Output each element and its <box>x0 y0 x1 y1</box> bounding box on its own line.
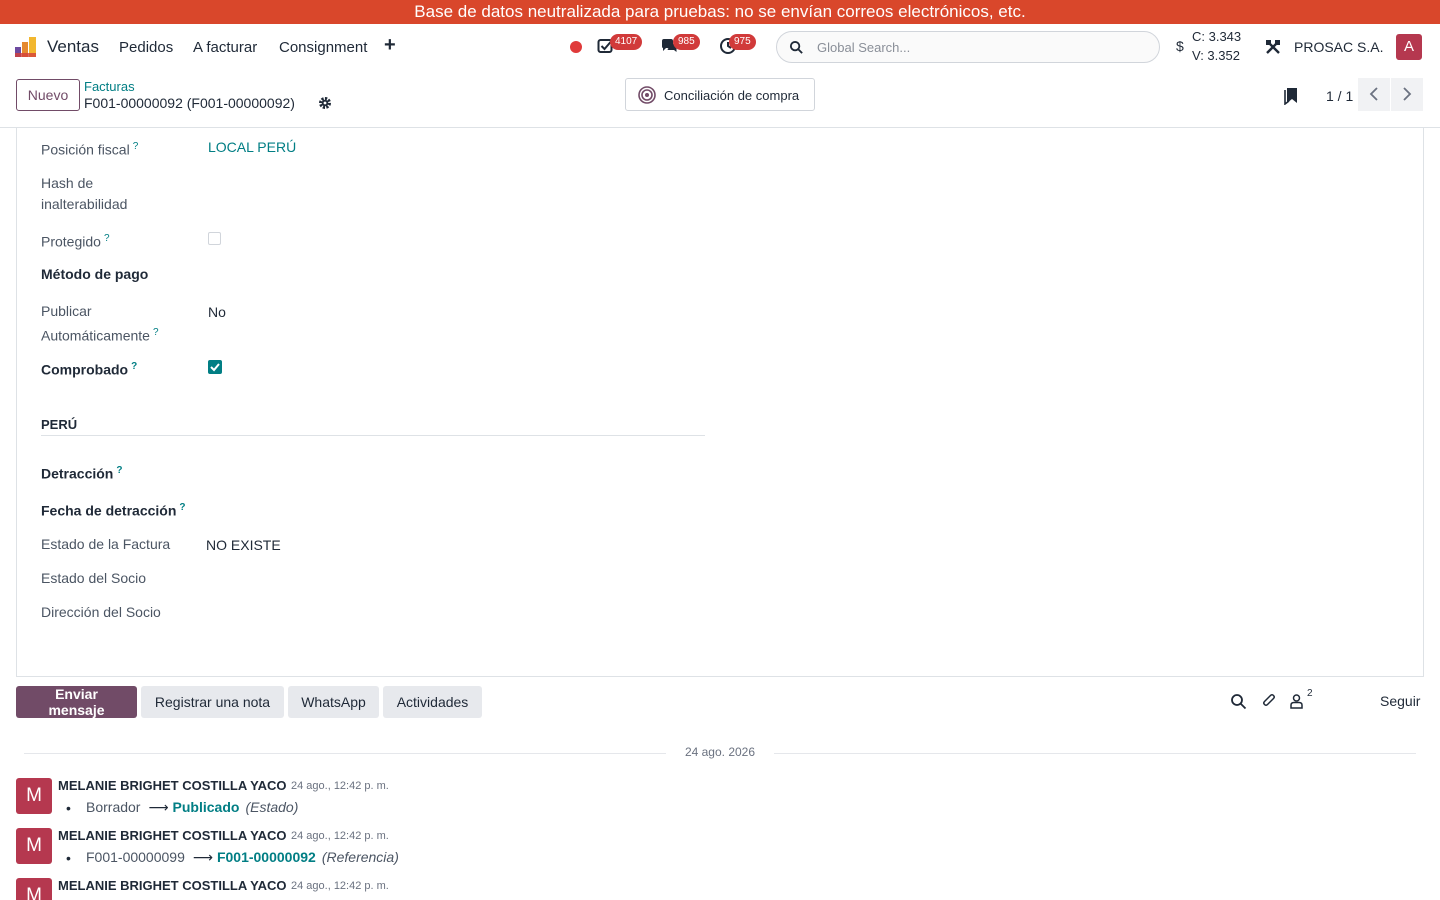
pager-next-button[interactable] <box>1391 78 1423 111</box>
tracking-change: Borrador ⟶ Publicado (Estado) <box>86 799 298 816</box>
posicion-fiscal-label: Posición fiscal? <box>41 141 139 158</box>
menu-consignment[interactable]: Consignment <box>279 39 367 56</box>
app-logo-icon[interactable] <box>14 35 38 59</box>
chatter-message: M MELANIE BRIGHET COSTILLA YACO 24 ago.,… <box>16 778 1416 828</box>
chevron-left-icon <box>1369 87 1378 101</box>
send-message-button[interactable]: Enviar mensaje <box>16 686 137 718</box>
old-value: Borrador <box>86 799 141 815</box>
chatter-message: M MELANIE BRIGHET COSTILLA YACO 24 ago.,… <box>16 878 1416 900</box>
checkmark-icon <box>210 363 220 372</box>
search-input[interactable] <box>817 32 1147 62</box>
help-icon[interactable]: ? <box>179 502 185 513</box>
menu-pedidos[interactable]: Pedidos <box>119 39 173 56</box>
section-peru-title: PERÚ <box>41 417 78 432</box>
target-icon <box>638 86 656 104</box>
chevron-right-icon <box>1403 87 1412 101</box>
clock-badge: 975 <box>729 34 756 50</box>
old-value: F001-00000099 <box>86 849 185 865</box>
field-name: (Referencia) <box>321 849 399 865</box>
arrow-right-icon: ⟶ <box>148 799 169 815</box>
pager-value[interactable]: 1 / 1 <box>1326 88 1353 104</box>
log-note-button[interactable]: Registrar una nota <box>141 686 284 718</box>
activities-button[interactable]: Actividades <box>383 686 482 718</box>
search-icon <box>789 40 803 54</box>
comprobado-checkbox[interactable] <box>208 360 222 374</box>
bullet-icon: • <box>66 850 71 866</box>
help-icon[interactable]: ? <box>116 465 122 476</box>
new-button[interactable]: Nuevo <box>16 79 80 111</box>
tools-icon[interactable] <box>1265 39 1281 55</box>
direccion-socio-label: Dirección del Socio <box>41 604 161 620</box>
new-value: F001-00000092 <box>216 849 316 865</box>
chatter-toolbar: Enviar mensaje Registrar una nota WhatsA… <box>16 686 1424 718</box>
whatsapp-button[interactable]: WhatsApp <box>288 686 379 718</box>
tracking-change: F001-00000099 ⟶ F001-00000092 (Referencia) <box>86 849 399 866</box>
conciliacion-compra-button[interactable]: Conciliación de compra <box>625 78 815 111</box>
hash-label: Hash de inalterabilidad <box>41 175 128 212</box>
message-time: 24 ago., 12:42 p. m. <box>291 830 389 842</box>
message-time: 24 ago., 12:42 p. m. <box>291 780 389 792</box>
breadcrumb-current: F001-00000092 (F001-00000092) <box>84 95 295 111</box>
author-avatar[interactable]: M <box>16 778 52 814</box>
follow-button[interactable]: Seguir <box>1380 693 1420 709</box>
followers-count: 2 <box>1307 688 1313 699</box>
control-panel: Nuevo Facturas F001-00000092 (F001-00000… <box>0 70 1440 128</box>
gear-icon[interactable] <box>318 96 332 110</box>
main-navbar: Ventas Pedidos A facturar Consignment + … <box>0 24 1440 70</box>
help-icon[interactable]: ? <box>104 233 110 244</box>
estado-factura-label: Estado de la Factura <box>41 536 171 552</box>
conciliacion-compra-label: Conciliación de compra <box>664 88 800 103</box>
protegido-checkbox[interactable] <box>208 232 221 245</box>
activities-badge: 4107 <box>610 34 643 50</box>
posicion-fiscal-value[interactable]: LOCAL PERÚ <box>208 139 296 155</box>
message-author[interactable]: MELANIE BRIGHET COSTILLA YACO <box>58 778 286 793</box>
chatter-message: M MELANIE BRIGHET COSTILLA YACO 24 ago.,… <box>16 828 1416 878</box>
pager-previous-button[interactable] <box>1358 78 1390 111</box>
message-author[interactable]: MELANIE BRIGHET COSTILLA YACO <box>58 878 286 893</box>
dollar-icon: $ <box>1176 38 1184 54</box>
arrow-right-icon: ⟶ <box>192 849 213 865</box>
company-switcher[interactable]: PROSAC S.A. <box>1294 39 1383 55</box>
bullet-icon: • <box>66 800 71 816</box>
paperclip-icon[interactable] <box>1261 693 1278 710</box>
messages-badge: 985 <box>673 34 700 50</box>
bookmark-icon[interactable] <box>1283 87 1299 105</box>
plus-icon[interactable]: + <box>384 34 396 57</box>
message-time: 24 ago., 12:42 p. m. <box>291 880 389 892</box>
message-author[interactable]: MELANIE BRIGHET COSTILLA YACO <box>58 828 286 843</box>
author-avatar[interactable]: M <box>16 828 52 864</box>
comprobado-label: Comprobado? <box>41 361 138 378</box>
publicar-value[interactable]: No <box>208 304 226 320</box>
estado-factura-value: NO EXISTE <box>206 537 281 553</box>
followers-icon[interactable] <box>1288 693 1305 710</box>
search-icon[interactable] <box>1230 693 1247 710</box>
new-value: Publicado <box>172 799 240 815</box>
fecha-detraccion-label: Fecha de detracción? <box>41 502 186 519</box>
app-name[interactable]: Ventas <box>47 37 99 57</box>
exchange-rate-sell: V: 3.352 <box>1192 48 1240 63</box>
author-avatar[interactable]: M <box>16 878 52 900</box>
field-name: (Estado) <box>245 799 299 815</box>
help-icon[interactable]: ? <box>153 327 159 338</box>
detraccion-label: Detracción? <box>41 465 123 482</box>
breadcrumb-facturas[interactable]: Facturas <box>84 79 135 94</box>
estado-socio-label: Estado del Socio <box>41 570 147 586</box>
help-icon[interactable]: ? <box>131 361 137 372</box>
user-avatar[interactable]: A <box>1396 34 1422 60</box>
invoice-form-sheet: Posición fiscal? LOCAL PERÚ Hash de inal… <box>16 128 1424 677</box>
section-divider <box>41 435 705 436</box>
metodo-pago-label: Método de pago <box>41 266 149 282</box>
date-separator-label: 24 ago. 2026 <box>666 745 774 759</box>
recording-dot-icon[interactable] <box>570 41 582 53</box>
publicar-label: Publicar Automáticamente? <box>41 303 159 344</box>
exchange-rate-buy: C: 3.343 <box>1192 29 1242 44</box>
menu-a-facturar[interactable]: A facturar <box>193 39 257 56</box>
protegido-label: Protegido? <box>41 233 110 250</box>
test-database-banner: Base de datos neutralizada para pruebas:… <box>0 0 1440 24</box>
help-icon[interactable]: ? <box>133 141 139 152</box>
global-search[interactable] <box>776 31 1160 63</box>
